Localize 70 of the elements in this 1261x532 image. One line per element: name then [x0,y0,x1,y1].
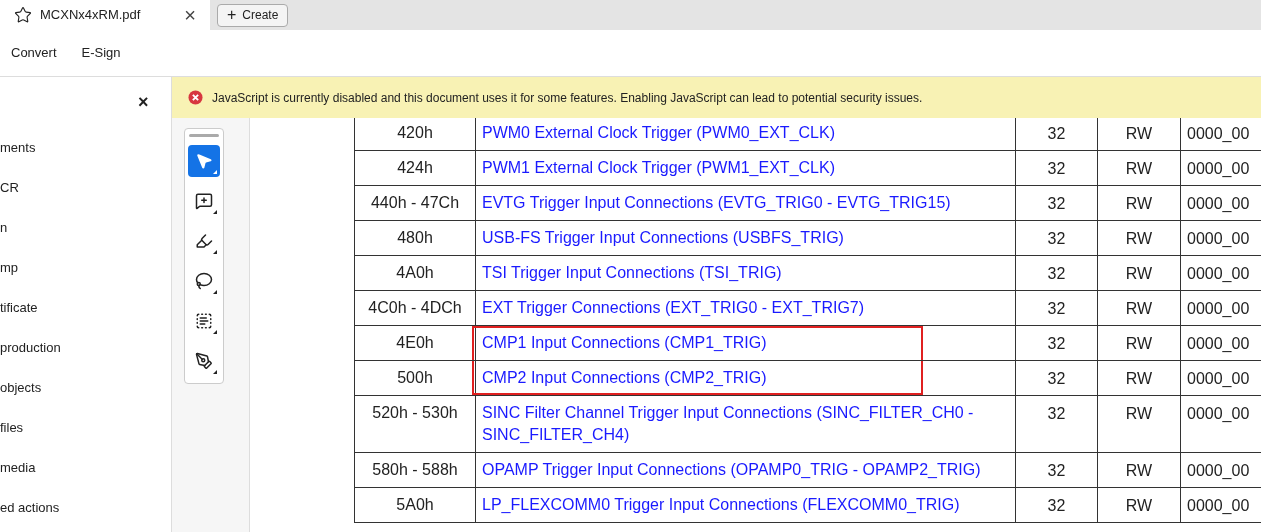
table-cell: RW [1097,360,1181,396]
register-link[interactable]: TSI Trigger Input Connections (TSI_TRIG) [475,255,1016,291]
table-cell: 32 [1015,360,1098,396]
table-cell: 32 [1015,220,1098,256]
close-panel-button[interactable]: × [138,93,149,111]
register-link[interactable]: LP_FLEXCOMM0 Trigger Input Connections (FLEXCOMM0_TRIG) [475,487,1016,523]
document-tab[interactable]: MCXNx4xRM.pdf × [0,0,210,30]
register-link[interactable]: CMP1 Input Connections (CMP1_TRIG) [475,325,1016,361]
register-link[interactable]: OPAMP Trigger Input Connections (OPAMP0_TRIG - OPAMP2_TRIG) [475,452,1016,488]
table-cell: RW [1097,255,1181,291]
table-cell: 32 [1015,118,1098,151]
table-cell: RW [1097,487,1181,523]
register-link[interactable]: PWM1 External Clock Trigger (PWM1_EXT_CLK) [475,150,1016,186]
table-cell: RW [1097,150,1181,186]
table-cell: RW [1097,185,1181,221]
table-cell: 580h - 588h [354,452,476,488]
lasso-icon [195,272,213,290]
table-cell: 32 [1015,325,1098,361]
table-cell: 480h [354,220,476,256]
menu-item[interactable]: Convert [11,43,57,63]
table-cell: 32 [1015,395,1098,453]
warning-text: JavaScript is currently disabled and this document uses it for some features. Enabling JavaScript can lead to potential security issues. [212,89,923,107]
table-cell: RW [1097,452,1181,488]
table-cell: RW [1097,325,1181,361]
tab-title: MCXNx4xRM.pdf [40,6,142,25]
sidebar-item[interactable]: objects [0,379,42,397]
comment-plus-icon [195,192,213,210]
highlighter-icon [195,232,213,250]
sidebar-item[interactable]: production [0,339,61,357]
error-icon [188,90,203,105]
table-cell: RW [1097,290,1181,326]
sidebar-item[interactable]: files [0,419,24,437]
sidebar-item[interactable]: ed actions [0,499,60,517]
table-cell: RW [1097,118,1181,151]
menu-item[interactable]: E-Sign [81,43,121,63]
sidebar-item[interactable]: n [0,219,8,237]
pointer-icon [195,152,213,170]
star-icon [14,6,32,24]
table-cell: 32 [1015,150,1098,186]
register-link[interactable]: PWM0 External Clock Trigger (PWM0_EXT_CLK) [475,118,1016,151]
table-cell: 32 [1015,452,1098,488]
table-cell: RW [1097,395,1181,453]
register-link[interactable]: EXT Trigger Connections (EXT_TRIG0 - EXT_TRIG7) [475,290,1016,326]
table-cell: RW [1097,220,1181,256]
sidebar-item[interactable]: media [0,459,36,477]
table-cell: 440h - 47Ch [354,185,476,221]
sidebar-item[interactable]: tificate [0,299,38,317]
table-cell: 424h [354,150,476,186]
sidebar-item[interactable]: ments [0,139,36,157]
sidebar-item[interactable]: mp [0,259,19,277]
register-link[interactable]: CMP2 Input Connections (CMP2_TRIG) [475,360,1016,396]
table-cell: 4A0h [354,255,476,291]
table-cell: 32 [1015,185,1098,221]
pen-icon [195,352,213,370]
text-box-icon [195,312,213,330]
table-cell: 4C0h - 4DCh [354,290,476,326]
table-cell: 4E0h [354,325,476,361]
sidebar-item[interactable]: CR [0,179,19,197]
table-cell: 500h [354,360,476,396]
register-link[interactable]: SINC Filter Channel Trigger Input Connections (SINC_FILTER_CH0 - SINC_FILTER_CH4) [475,395,1016,453]
table-cell: 420h [354,118,476,151]
table-cell: 5A0h [354,487,476,523]
table-cell: 32 [1015,290,1098,326]
register-link[interactable]: EVTG Trigger Input Connections (EVTG_TRIG0 - EVTG_TRIG15) [475,185,1016,221]
table-cell: 32 [1015,255,1098,291]
create-button[interactable]: + Create [217,3,289,27]
close-tab-button[interactable]: × [184,5,196,25]
register-link[interactable]: USB-FS Trigger Input Connections (USBFS_TRIG) [475,220,1016,256]
table-cell: 32 [1015,487,1098,523]
table-cell: 520h - 530h [354,395,476,453]
